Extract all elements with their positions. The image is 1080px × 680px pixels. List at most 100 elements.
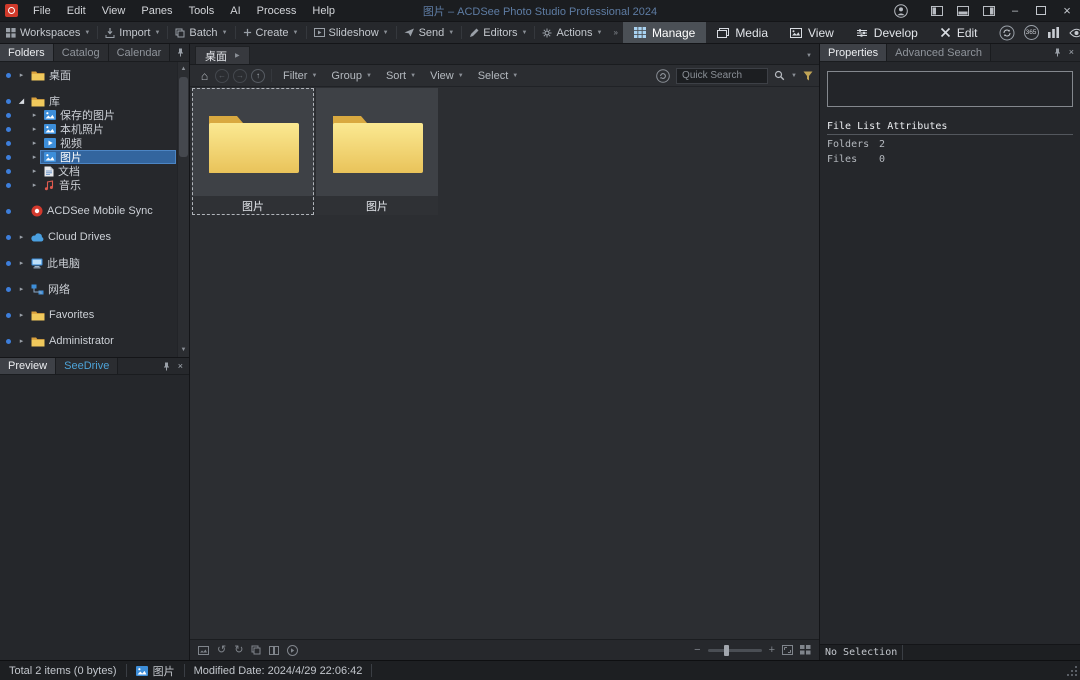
quick-access-dot-icon[interactable] — [6, 168, 11, 174]
properties-preview-box[interactable] — [827, 71, 1073, 107]
forward-icon[interactable]: → — [233, 68, 247, 83]
editors-button[interactable]: Editors ▼ — [463, 22, 533, 43]
quick-access-dot-icon[interactable] — [6, 112, 11, 118]
stats-icon[interactable] — [1047, 27, 1060, 38]
tree-item[interactable]: ▸ Cloud Drives — [0, 230, 176, 244]
menu-edit[interactable]: Edit — [59, 0, 94, 21]
batch-button[interactable]: Batch ▼ — [169, 22, 233, 43]
menu-file[interactable]: File — [25, 0, 59, 21]
pin-icon[interactable] — [176, 48, 185, 57]
tree-item[interactable]: ▸ 桌面 — [0, 68, 176, 82]
tree-item[interactable]: ▸ Administrator — [0, 334, 176, 348]
quick-access-dot-icon[interactable] — [6, 312, 11, 318]
toolbar-overflow-chevron-icon[interactable]: » — [608, 28, 622, 37]
quick-access-dot-icon[interactable] — [6, 338, 11, 344]
slideshow-button[interactable]: Slideshow ▼ — [308, 22, 395, 43]
layout-bottom-icon[interactable] — [950, 0, 976, 21]
tree-item-body[interactable]: 网络 — [27, 282, 176, 296]
resize-grip-icon[interactable] — [1067, 666, 1078, 677]
tree-item[interactable]: ▸ 此电脑 — [0, 256, 176, 270]
chevron-collapsed-icon[interactable]: ▸ — [29, 168, 40, 175]
tree-item[interactable]: ACDSee Mobile Sync — [0, 204, 176, 218]
tree-item-body[interactable]: 本机照片 — [40, 122, 176, 136]
home-icon[interactable]: ⌂ — [196, 69, 213, 83]
chevron-collapsed-icon[interactable]: ▸ — [16, 234, 27, 241]
layout-left-icon[interactable] — [924, 0, 950, 21]
scroll-up-icon[interactable]: ▲ — [178, 64, 189, 74]
view-menu[interactable]: View ▼ — [423, 65, 471, 86]
tree-item-body[interactable]: Favorites — [27, 308, 176, 322]
back-icon[interactable]: ← — [215, 68, 229, 83]
menu-view[interactable]: View — [94, 0, 134, 21]
properties-tab-advanced-search[interactable]: Advanced Search — [887, 44, 991, 61]
eye-icon[interactable] — [1068, 28, 1080, 38]
image-basket-icon[interactable] — [198, 645, 209, 655]
sort-menu[interactable]: Sort ▼ — [379, 65, 423, 86]
tree-item-body[interactable]: Cloud Drives — [27, 230, 176, 244]
tree-item[interactable]: ▸ 本机照片 — [0, 122, 176, 136]
search-options-chevron-icon[interactable]: ▼ — [791, 73, 797, 79]
quick-access-dot-icon[interactable] — [6, 182, 11, 188]
tree-item-body[interactable]: 此电脑 — [27, 256, 176, 270]
maximize-button[interactable] — [1028, 0, 1054, 21]
fit-image-icon[interactable] — [782, 645, 793, 655]
close-icon[interactable]: × — [178, 361, 183, 371]
file-tile[interactable]: 图片 — [192, 88, 314, 215]
tree-item[interactable]: ▸ 图片 — [0, 150, 176, 164]
tree-item[interactable]: ◢ 库 — [0, 94, 176, 108]
preview-tab-seedrive[interactable]: SeeDrive — [56, 358, 119, 374]
chevron-collapsed-icon[interactable]: ▸ — [29, 126, 40, 133]
menu-process[interactable]: Process — [249, 0, 305, 21]
up-icon[interactable]: ↑ — [251, 68, 265, 83]
acdsee-365-icon[interactable]: 365 — [1023, 25, 1039, 40]
tree-item-body[interactable]: 库 — [27, 94, 176, 108]
chevron-collapsed-icon[interactable]: ▸ — [16, 260, 27, 267]
scrollbar-thumb[interactable] — [179, 77, 188, 157]
quick-access-dot-icon[interactable] — [6, 126, 11, 132]
menu-ai[interactable]: AI — [222, 0, 248, 21]
auto-advance-icon[interactable] — [287, 644, 299, 656]
menu-tools[interactable]: Tools — [181, 0, 223, 21]
layout-right-icon[interactable] — [976, 0, 1002, 21]
close-button[interactable]: × — [1054, 0, 1080, 21]
pane-options-chevron-icon[interactable]: ▼ — [806, 53, 812, 59]
folders-tab-catalog[interactable]: Catalog — [53, 44, 109, 61]
folders-tab-folders[interactable]: Folders — [0, 44, 54, 61]
folders-tab-calendar[interactable]: Calendar — [108, 44, 171, 61]
pin-icon[interactable] — [1053, 48, 1062, 57]
filter-menu[interactable]: Filter ▼ — [276, 65, 324, 86]
file-tile[interactable]: 图片 — [316, 88, 438, 215]
zoom-slider[interactable] — [707, 644, 762, 656]
quick-access-dot-icon[interactable] — [6, 260, 11, 266]
chevron-collapsed-icon[interactable]: ▸ — [29, 140, 40, 147]
quick-access-dot-icon[interactable] — [6, 208, 11, 214]
import-button[interactable]: Import ▼ — [99, 22, 166, 43]
minimize-button[interactable]: – — [1002, 0, 1028, 21]
tree-item[interactable]: ▸ 保存的图片 — [0, 108, 176, 122]
chevron-collapsed-icon[interactable]: ▸ — [29, 182, 40, 189]
actions-button[interactable]: Actions ▼ — [536, 22, 608, 43]
send-button[interactable]: Send ▼ — [398, 22, 461, 43]
tree-item-body[interactable]: ACDSee Mobile Sync — [27, 204, 176, 218]
account-icon[interactable] — [888, 0, 914, 21]
filter-funnel-icon[interactable] — [803, 71, 813, 81]
path-tab[interactable]: 桌面 ▶ — [195, 46, 250, 64]
tree-item[interactable]: ▸ 文档 — [0, 164, 176, 178]
mode-view-button[interactable]: View — [779, 22, 845, 43]
quick-access-dot-icon[interactable] — [6, 286, 11, 292]
tree-item[interactable]: ▸ 视频 — [0, 136, 176, 150]
chevron-collapsed-icon[interactable]: ▸ — [29, 154, 40, 161]
rotate-left-icon[interactable]: ↺ — [217, 644, 226, 656]
tree-item-body[interactable]: 保存的图片 — [40, 108, 176, 122]
tree-item-body[interactable]: 文档 — [40, 164, 176, 178]
copy-icon[interactable] — [251, 645, 261, 655]
tree-item-body[interactable]: Administrator — [27, 334, 176, 348]
tree-item-body[interactable]: 音乐 — [40, 178, 176, 192]
menu-panes[interactable]: Panes — [133, 0, 180, 21]
create-button[interactable]: Create ▼ — [237, 22, 305, 43]
chevron-collapsed-icon[interactable]: ▸ — [16, 338, 27, 345]
tree-item[interactable]: ▸ 音乐 — [0, 178, 176, 192]
tree-item-body[interactable]: 视频 — [40, 136, 176, 150]
thumbnail-size-icon[interactable] — [800, 645, 811, 655]
chevron-collapsed-icon[interactable]: ▸ — [16, 286, 27, 293]
